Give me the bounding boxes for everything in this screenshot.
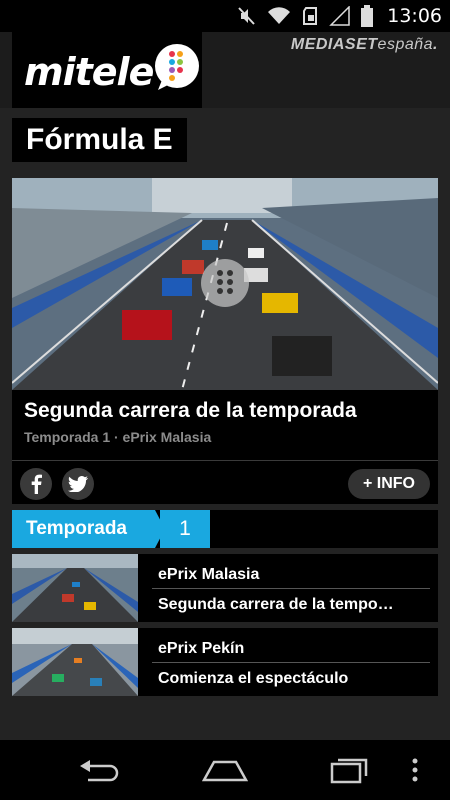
race-track-image xyxy=(12,178,438,390)
episode-image xyxy=(12,554,138,622)
facebook-icon xyxy=(31,474,42,494)
main-content: Fórmula E Segunda carrera de la temporad… xyxy=(0,108,450,740)
season-selector[interactable]: Temporada 1 xyxy=(12,510,438,548)
home-button[interactable] xyxy=(195,750,255,790)
more-info-button[interactable]: + INFO xyxy=(348,469,430,499)
mediaset-espana-logo: MEDIASETespaña. xyxy=(290,36,438,53)
logo-text: mitele xyxy=(24,50,154,94)
episode-thumbnail[interactable] xyxy=(12,628,138,696)
episode-event: ePrix Malasia xyxy=(158,566,260,583)
battery-icon xyxy=(361,5,374,27)
divider xyxy=(152,662,430,663)
divider xyxy=(12,460,438,461)
episode-image xyxy=(12,628,138,696)
twitter-icon xyxy=(68,476,88,492)
signal-icon xyxy=(329,6,350,26)
featured-title[interactable]: Segunda carrera de la temporada xyxy=(24,399,357,423)
system-nav-bar xyxy=(0,740,450,800)
logo-bubble-icon xyxy=(155,44,199,90)
back-button[interactable] xyxy=(70,750,130,790)
episode-thumbnail[interactable] xyxy=(12,554,138,622)
mute-icon xyxy=(238,7,255,25)
page-title: Fórmula E xyxy=(12,118,187,162)
overflow-menu-button[interactable] xyxy=(395,750,435,790)
app-header: mitele MEDIASETespaña. xyxy=(0,32,450,108)
episode-title: Segunda carrera de la tempo… xyxy=(158,596,394,613)
twitter-share-button[interactable] xyxy=(62,468,94,500)
divider xyxy=(152,588,430,589)
featured-subtitle: Temporada 1 · ePrix Malasia xyxy=(24,429,212,445)
episode-event: ePrix Pekín xyxy=(158,640,245,657)
sd-card-icon xyxy=(303,7,318,25)
back-icon xyxy=(80,760,119,782)
featured-video-card[interactable]: Segunda carrera de la temporada Temporad… xyxy=(12,178,438,504)
recents-icon xyxy=(330,758,368,784)
list-item[interactable]: ePrix Malasia Segunda carrera de la temp… xyxy=(12,554,438,622)
more-vertical-icon xyxy=(412,758,418,782)
wifi-icon xyxy=(268,7,291,24)
status-bar: 13:06 xyxy=(0,0,450,32)
mitele-logo[interactable]: mitele xyxy=(12,32,202,108)
home-icon xyxy=(202,760,248,782)
episode-title: Comienza el espectáculo xyxy=(158,670,349,687)
recents-button[interactable] xyxy=(320,750,380,790)
partner-brand: MEDIASET xyxy=(290,36,378,53)
facebook-share-button[interactable] xyxy=(20,468,52,500)
season-label: Temporada xyxy=(12,510,155,548)
partner-brand-suffix: españa xyxy=(377,36,434,53)
list-item[interactable]: ePrix Pekín Comienza el espectáculo xyxy=(12,628,438,696)
season-number[interactable]: 1 xyxy=(160,510,210,548)
clock: 13:06 xyxy=(387,5,442,27)
featured-thumbnail[interactable] xyxy=(12,178,438,390)
